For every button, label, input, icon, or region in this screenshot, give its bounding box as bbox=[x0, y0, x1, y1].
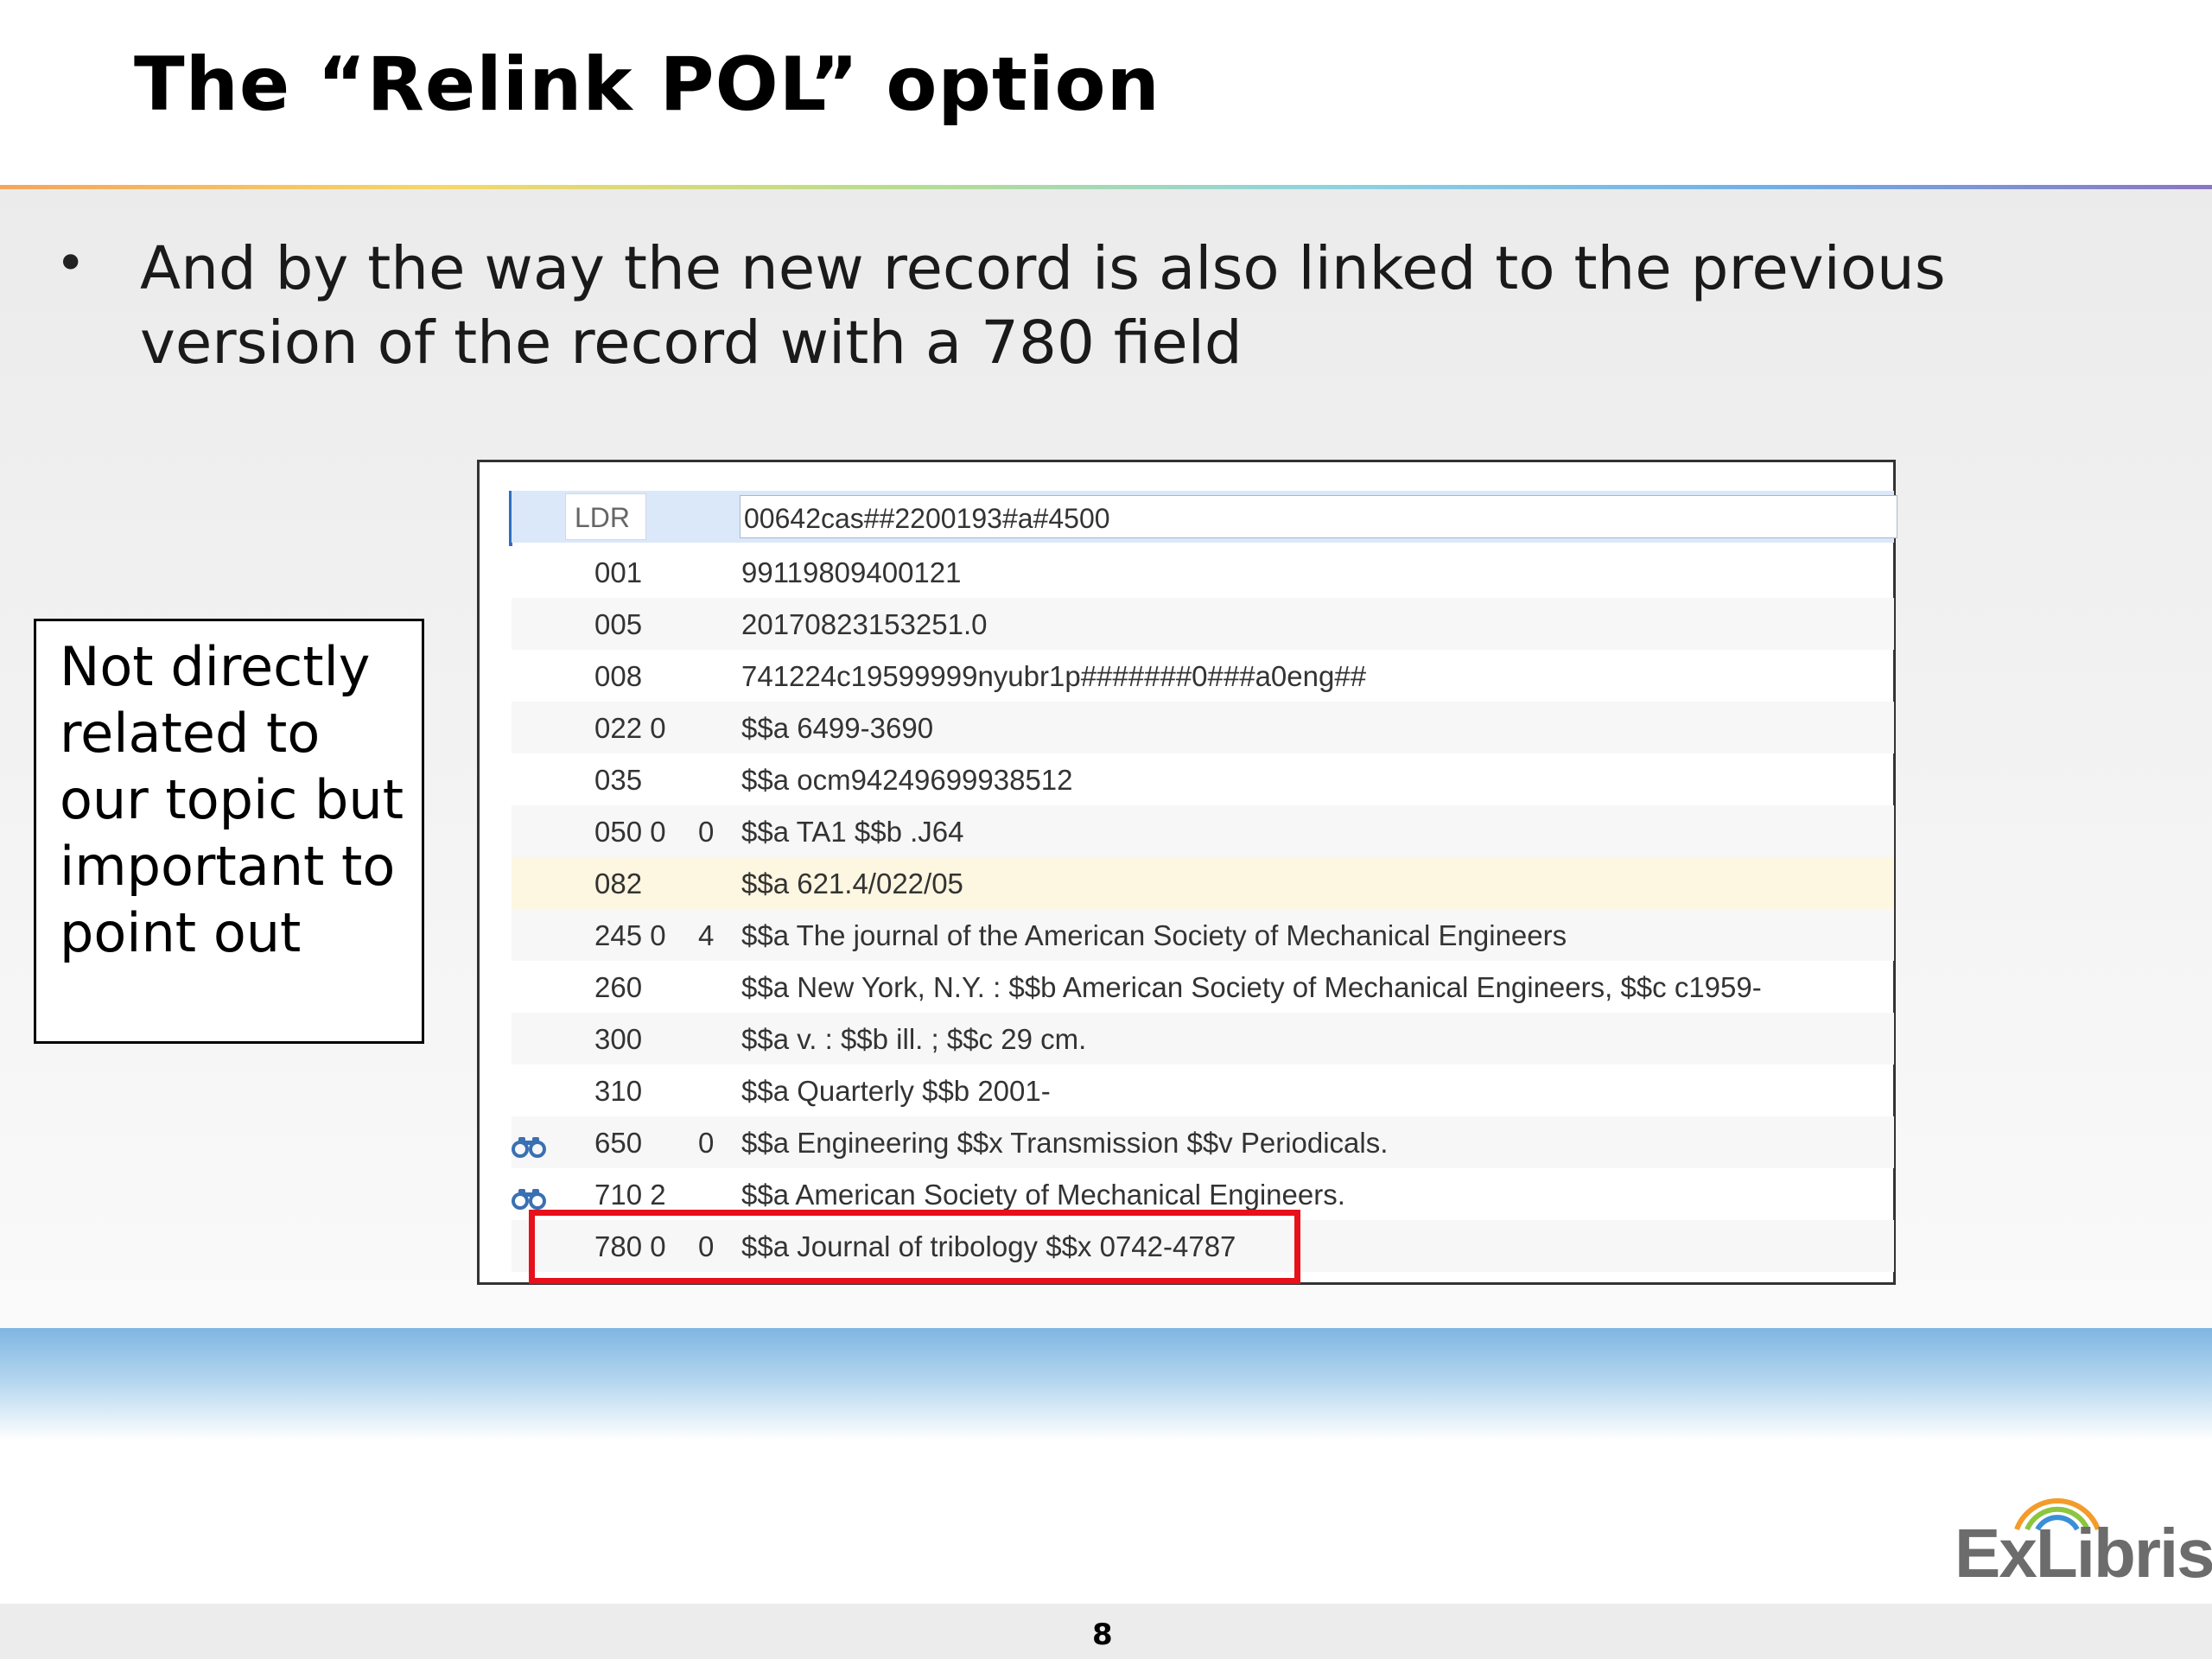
callout-box: Not directly related to our topic but im… bbox=[34, 619, 424, 1044]
field-indicator: 4 bbox=[698, 919, 715, 951]
field-value[interactable]: 99119809400121 bbox=[741, 556, 962, 589]
marc-row-ldr[interactable]: LDR 00642cas##2200193#a#4500 bbox=[512, 491, 1897, 543]
field-tag: 245 0 bbox=[594, 919, 666, 951]
marc-row[interactable]: 022 0 $$a 6499-3690 bbox=[512, 702, 1894, 753]
footer-gradient-band bbox=[0, 1328, 2212, 1440]
bullet-point-icon: • bbox=[55, 233, 86, 294]
field-tag: 001 bbox=[594, 556, 643, 588]
field-tag: 050 0 bbox=[594, 816, 666, 848]
field-value[interactable]: $$a Engineering $$x Transmission $$v Per… bbox=[741, 1127, 1388, 1160]
marc-row[interactable]: 001 99119809400121 bbox=[512, 546, 1894, 598]
marc-row[interactable]: 300 $$a v. : $$b ill. ; $$c 29 cm. bbox=[512, 1013, 1894, 1065]
slide-title: The “Relink POL” option bbox=[134, 41, 1160, 128]
field-tag: 650 bbox=[594, 1127, 643, 1159]
field-tag: 710 2 bbox=[594, 1179, 666, 1211]
field-value[interactable]: 20170823153251.0 bbox=[741, 608, 987, 641]
field-value[interactable]: $$a Quarterly $$b 2001- bbox=[741, 1075, 1051, 1108]
field-value[interactable]: 741224c19599999nyubr1p#######0###a0eng## bbox=[741, 660, 1366, 693]
marc-row[interactable]: 650 0 $$a Engineering $$x Transmission $… bbox=[512, 1116, 1894, 1168]
bullet-text: And by the way the new record is also li… bbox=[140, 234, 1946, 378]
ldr-tag[interactable]: LDR bbox=[565, 493, 646, 540]
marc-row[interactable]: 260 $$a New York, N.Y. : $$b American So… bbox=[512, 961, 1894, 1013]
field-value[interactable]: $$a The journal of the American Society … bbox=[741, 919, 1567, 952]
field-value[interactable]: $$a TA1 $$b .J64 bbox=[741, 816, 963, 849]
marc-row[interactable]: 245 0 4 $$a The journal of the American … bbox=[512, 909, 1894, 961]
field-tag: 035 bbox=[594, 764, 643, 796]
field-tag: 008 bbox=[594, 660, 643, 692]
exlibris-logo: ExLibris bbox=[1955, 1515, 2212, 1592]
marc-row[interactable]: 082 $$a 621.4/022/05 bbox=[512, 857, 1894, 909]
field-tag: 005 bbox=[594, 608, 643, 640]
field-value[interactable]: $$a New York, N.Y. : $$b American Societ… bbox=[741, 971, 1762, 1004]
marc-row[interactable]: 005 20170823153251.0 bbox=[512, 598, 1894, 650]
highlight-780-field bbox=[529, 1210, 1300, 1284]
ldr-value-field[interactable]: 00642cas##2200193#a#4500 bbox=[740, 495, 1897, 538]
marc-row[interactable]: 050 0 0 $$a TA1 $$b .J64 bbox=[512, 805, 1894, 857]
field-indicator: 0 bbox=[698, 1127, 715, 1159]
field-tag: 022 0 bbox=[594, 712, 666, 744]
field-tag: 082 bbox=[594, 868, 643, 899]
field-value[interactable]: $$a 6499-3690 bbox=[741, 712, 933, 745]
field-value[interactable]: $$a v. : $$b ill. ; $$c 29 cm. bbox=[741, 1023, 1086, 1056]
marc-row[interactable]: 035 $$a ocm94249699938512 bbox=[512, 753, 1894, 805]
field-tag: 300 bbox=[594, 1023, 643, 1055]
field-value[interactable]: $$a ocm94249699938512 bbox=[741, 764, 1073, 797]
field-tag: 260 bbox=[594, 971, 643, 1003]
field-tag: 310 bbox=[594, 1075, 643, 1107]
marc-row[interactable]: 310 $$a Quarterly $$b 2001- bbox=[512, 1065, 1894, 1116]
field-value[interactable]: $$a American Society of Mechanical Engin… bbox=[741, 1179, 1345, 1211]
page-number: 8 bbox=[1092, 1618, 1113, 1652]
binoculars-icon[interactable] bbox=[512, 1132, 546, 1165]
field-indicator: 0 bbox=[698, 816, 715, 848]
field-value[interactable]: $$a 621.4/022/05 bbox=[741, 868, 963, 900]
marc-row[interactable]: 008 741224c19599999nyubr1p#######0###a0e… bbox=[512, 650, 1894, 702]
